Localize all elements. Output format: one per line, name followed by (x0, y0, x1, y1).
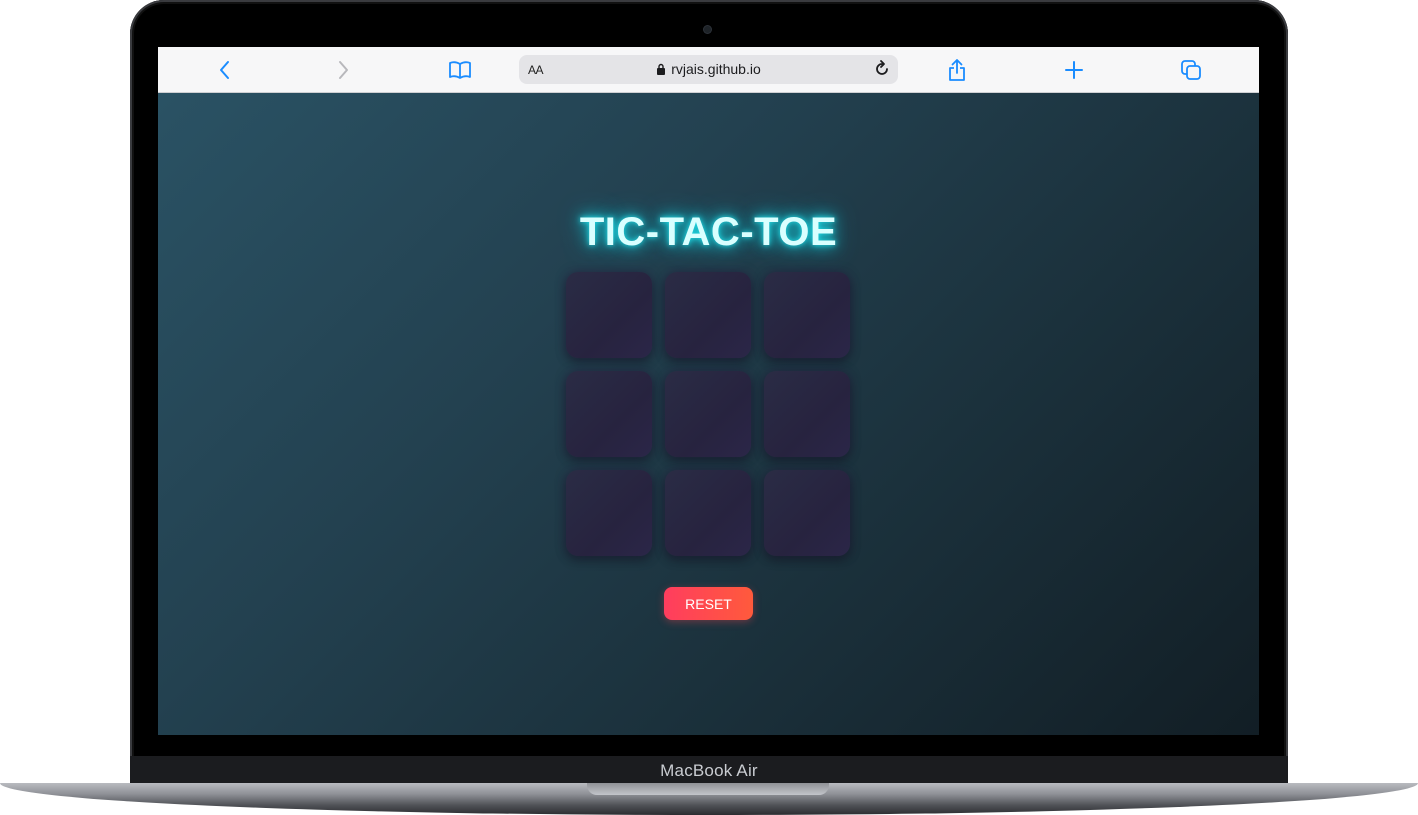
url-text: rvjais.github.io (671, 61, 761, 77)
board-cell-2[interactable] (665, 272, 751, 358)
chevron-right-icon (339, 61, 348, 79)
book-icon (449, 61, 471, 79)
share-icon (949, 59, 965, 81)
reset-button[interactable]: RESET (664, 587, 753, 620)
page-title: TIC-TAC-TOE (579, 210, 838, 254)
board-cell-3[interactable] (764, 272, 850, 358)
url-display[interactable]: rvjais.github.io (519, 61, 898, 77)
game-board (566, 272, 852, 558)
plus-icon (1065, 61, 1083, 79)
camera-icon (704, 26, 711, 33)
lock-icon (657, 63, 666, 75)
board-cell-4[interactable] (566, 371, 652, 457)
board-cell-1[interactable] (566, 272, 652, 358)
new-tab-button[interactable] (1059, 55, 1089, 85)
address-bar[interactable]: AA rvjais.github.io (519, 55, 898, 84)
forward-button[interactable] (328, 55, 358, 85)
board-cell-8[interactable] (665, 470, 751, 556)
tabs-icon (1181, 60, 1201, 80)
chevron-left-icon (220, 61, 229, 79)
board-cell-5[interactable] (665, 371, 751, 457)
back-button[interactable] (210, 55, 240, 85)
reload-icon[interactable] (872, 59, 892, 79)
board-cell-9[interactable] (764, 470, 850, 556)
game-page: TIC-TAC-TOE RESET (158, 93, 1259, 735)
browser-toolbar: AA rvjais.github.io (158, 47, 1259, 93)
laptop-opening-notch (587, 783, 829, 795)
tabs-button[interactable] (1176, 55, 1206, 85)
screen: AA rvjais.github.io TIC-TAC-TOE RESET (158, 47, 1259, 735)
board-cell-6[interactable] (764, 371, 850, 457)
share-button[interactable] (942, 55, 972, 85)
board-cell-7[interactable] (566, 470, 652, 556)
device-brand-label: MacBook Air (660, 761, 758, 780)
bookmarks-button[interactable] (445, 55, 475, 85)
